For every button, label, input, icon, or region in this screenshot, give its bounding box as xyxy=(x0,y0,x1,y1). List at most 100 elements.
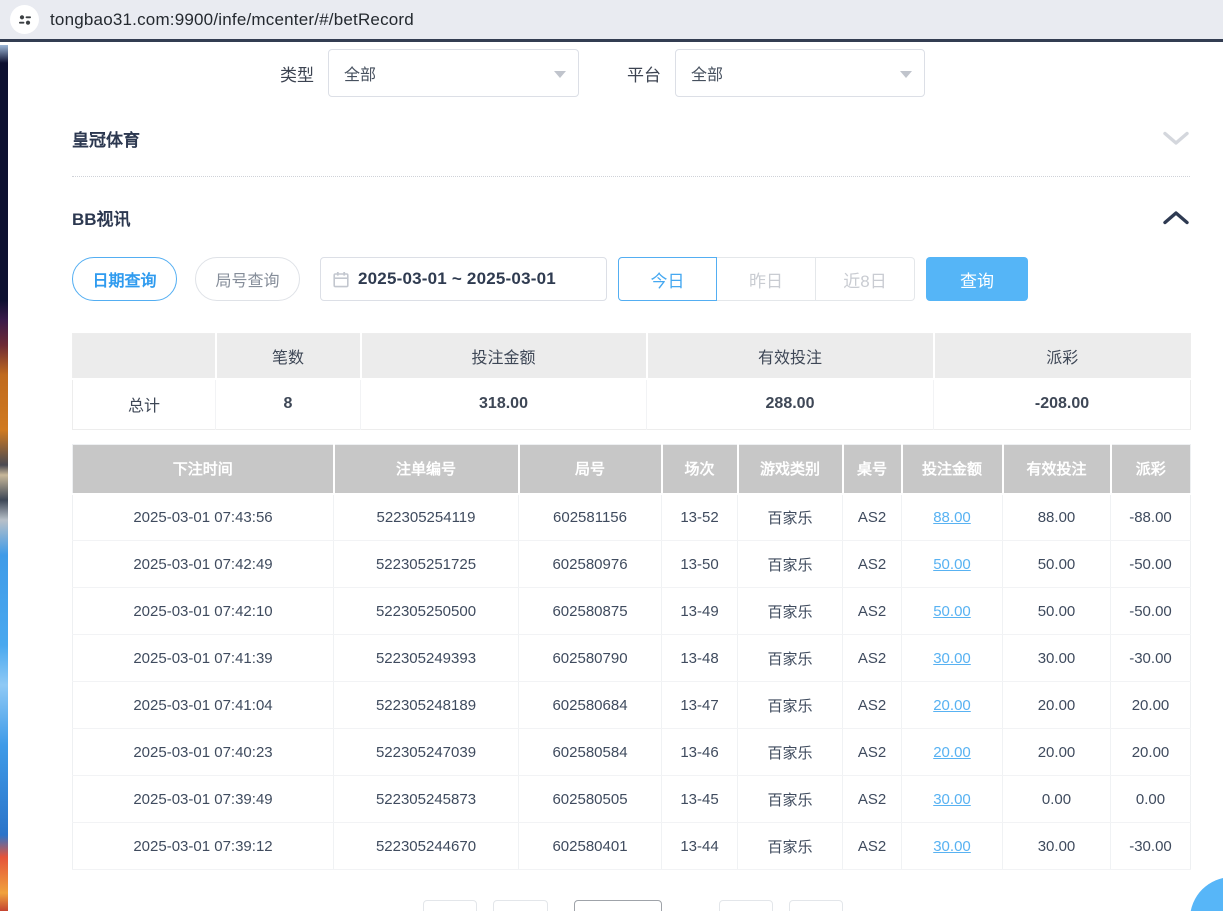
cell-session: 13-52 xyxy=(662,494,738,541)
last-8-days-button[interactable]: 近8日 xyxy=(816,257,915,301)
cell-valid-bet: 50.00 xyxy=(1003,588,1111,635)
cell-bet-amount: 88.00 xyxy=(902,494,1003,541)
header-valid-bet: 有效投注 xyxy=(1003,445,1111,494)
bet-amount-link[interactable]: 50.00 xyxy=(933,603,971,620)
header-bet-amount: 投注金额 xyxy=(902,445,1003,494)
bet-amount-link[interactable]: 30.00 xyxy=(933,838,971,855)
cell-table-number: AS2 xyxy=(843,588,902,635)
cell-bet-time: 2025-03-01 07:42:10 xyxy=(73,588,334,635)
header-payout: 派彩 xyxy=(1111,445,1191,494)
table-header-row: 下注时间 注单编号 局号 场次 游戏类别 桌号 投注金额 有效投注 派彩 xyxy=(73,445,1191,494)
cell-bet-time: 2025-03-01 07:43:56 xyxy=(73,494,334,541)
header-session: 场次 xyxy=(662,445,738,494)
date-range-input[interactable]: 2025-03-01 ~ 2025-03-01 xyxy=(320,257,607,301)
cell-bet-amount: 30.00 xyxy=(902,776,1003,823)
cell-payout: -30.00 xyxy=(1111,635,1191,682)
pagination-button-5[interactable] xyxy=(789,900,843,911)
chevron-down-icon xyxy=(900,71,912,78)
cell-order-number: 522305244670 xyxy=(334,823,519,870)
summary-header-bet-amount: 投注金额 xyxy=(361,334,647,379)
today-button[interactable]: 今日 xyxy=(618,257,717,301)
round-query-button[interactable]: 局号查询 xyxy=(195,257,300,301)
browser-address-bar[interactable]: tongbao31.com:9900/infe/mcenter/#/betRec… xyxy=(0,0,1223,42)
cell-valid-bet: 30.00 xyxy=(1003,635,1111,682)
platform-select[interactable]: 全部 xyxy=(675,49,925,97)
bet-amount-link[interactable]: 20.00 xyxy=(933,697,971,714)
bet-record-table: 下注时间 注单编号 局号 场次 游戏类别 桌号 投注金额 有效投注 派彩 202… xyxy=(72,444,1191,870)
section-divider xyxy=(72,176,1190,177)
cell-order-number: 522305248189 xyxy=(334,682,519,729)
pagination-page-box[interactable] xyxy=(574,900,662,911)
date-query-button[interactable]: 日期查询 xyxy=(72,257,177,301)
quick-date-group: 今日 昨日 近8日 xyxy=(618,257,915,301)
screen: tongbao31.com:9900/infe/mcenter/#/betRec… xyxy=(0,0,1223,911)
date-range-value: 2025-03-01 ~ 2025-03-01 xyxy=(358,269,556,289)
summary-header-payout: 派彩 xyxy=(934,334,1191,379)
table-row: 2025-03-01 07:41:39 522305249393 6025807… xyxy=(73,635,1191,682)
pagination-button-4[interactable] xyxy=(719,900,773,911)
pagination-button-2[interactable] xyxy=(493,900,548,911)
cell-bet-time: 2025-03-01 07:39:49 xyxy=(73,776,334,823)
tune-icon xyxy=(17,12,33,28)
cell-table-number: AS2 xyxy=(843,729,902,776)
chevron-down-icon[interactable] xyxy=(1162,131,1190,146)
search-button[interactable]: 查询 xyxy=(926,257,1028,301)
cell-game-type: 百家乐 xyxy=(738,494,843,541)
cell-order-number: 522305250500 xyxy=(334,588,519,635)
cell-valid-bet: 50.00 xyxy=(1003,541,1111,588)
cell-table-number: AS2 xyxy=(843,635,902,682)
cell-bet-amount: 30.00 xyxy=(902,823,1003,870)
calendar-icon xyxy=(333,271,349,288)
cell-payout: -50.00 xyxy=(1111,588,1191,635)
header-round-number: 局号 xyxy=(519,445,662,494)
bet-amount-link[interactable]: 88.00 xyxy=(933,509,971,526)
bet-table-body: 2025-03-01 07:43:56 522305254119 6025811… xyxy=(73,494,1191,870)
type-select-value: 全部 xyxy=(344,61,376,85)
platform-label: 平台 xyxy=(627,61,661,86)
cell-valid-bet: 20.00 xyxy=(1003,729,1111,776)
section-bb-video[interactable]: BB视讯 xyxy=(72,190,1190,244)
section-crown-sports[interactable]: 皇冠体育 xyxy=(72,111,1190,165)
section-title: BB视讯 xyxy=(72,205,131,230)
summary-total-label: 总计 xyxy=(73,379,216,430)
cell-session: 13-47 xyxy=(662,682,738,729)
cell-round-number: 602580790 xyxy=(519,635,662,682)
cell-order-number: 522305251725 xyxy=(334,541,519,588)
cell-valid-bet: 0.00 xyxy=(1003,776,1111,823)
cell-table-number: AS2 xyxy=(843,494,902,541)
pagination-button-1[interactable] xyxy=(423,900,477,911)
summary-count: 8 xyxy=(216,379,361,430)
table-row: 2025-03-01 07:43:56 522305254119 6025811… xyxy=(73,494,1191,541)
bet-amount-link[interactable]: 50.00 xyxy=(933,556,971,573)
table-row: 2025-03-01 07:41:04 522305248189 6025806… xyxy=(73,682,1191,729)
summary-table: 笔数 投注金额 有效投注 派彩 总计 8 318.00 288.00 -208.… xyxy=(72,333,1191,430)
bet-amount-link[interactable]: 20.00 xyxy=(933,744,971,761)
cell-bet-amount: 30.00 xyxy=(902,635,1003,682)
cell-valid-bet: 30.00 xyxy=(1003,823,1111,870)
table-row: 2025-03-01 07:40:23 522305247039 6025805… xyxy=(73,729,1191,776)
cell-bet-time: 2025-03-01 07:39:12 xyxy=(73,823,334,870)
chevron-up-icon[interactable] xyxy=(1162,210,1190,225)
table-row: 2025-03-01 07:42:49 522305251725 6025809… xyxy=(73,541,1191,588)
background-window-strip xyxy=(0,45,8,911)
chevron-down-icon xyxy=(554,71,566,78)
cell-session: 13-44 xyxy=(662,823,738,870)
platform-select-value: 全部 xyxy=(691,61,723,85)
yesterday-button[interactable]: 昨日 xyxy=(717,257,816,301)
cell-game-type: 百家乐 xyxy=(738,541,843,588)
type-select[interactable]: 全部 xyxy=(328,49,579,97)
section-title: 皇冠体育 xyxy=(72,126,140,151)
table-row: 2025-03-01 07:39:12 522305244670 6025804… xyxy=(73,823,1191,870)
bet-amount-link[interactable]: 30.00 xyxy=(933,650,971,667)
cell-bet-time: 2025-03-01 07:40:23 xyxy=(73,729,334,776)
cell-table-number: AS2 xyxy=(843,682,902,729)
cell-game-type: 百家乐 xyxy=(738,776,843,823)
cell-payout: -88.00 xyxy=(1111,494,1191,541)
table-row: 2025-03-01 07:42:10 522305250500 6025808… xyxy=(73,588,1191,635)
cell-game-type: 百家乐 xyxy=(738,682,843,729)
cell-order-number: 522305249393 xyxy=(334,635,519,682)
bet-amount-link[interactable]: 30.00 xyxy=(933,791,971,808)
cell-round-number: 602581156 xyxy=(519,494,662,541)
site-settings-icon[interactable] xyxy=(10,5,39,34)
cell-bet-amount: 50.00 xyxy=(902,588,1003,635)
